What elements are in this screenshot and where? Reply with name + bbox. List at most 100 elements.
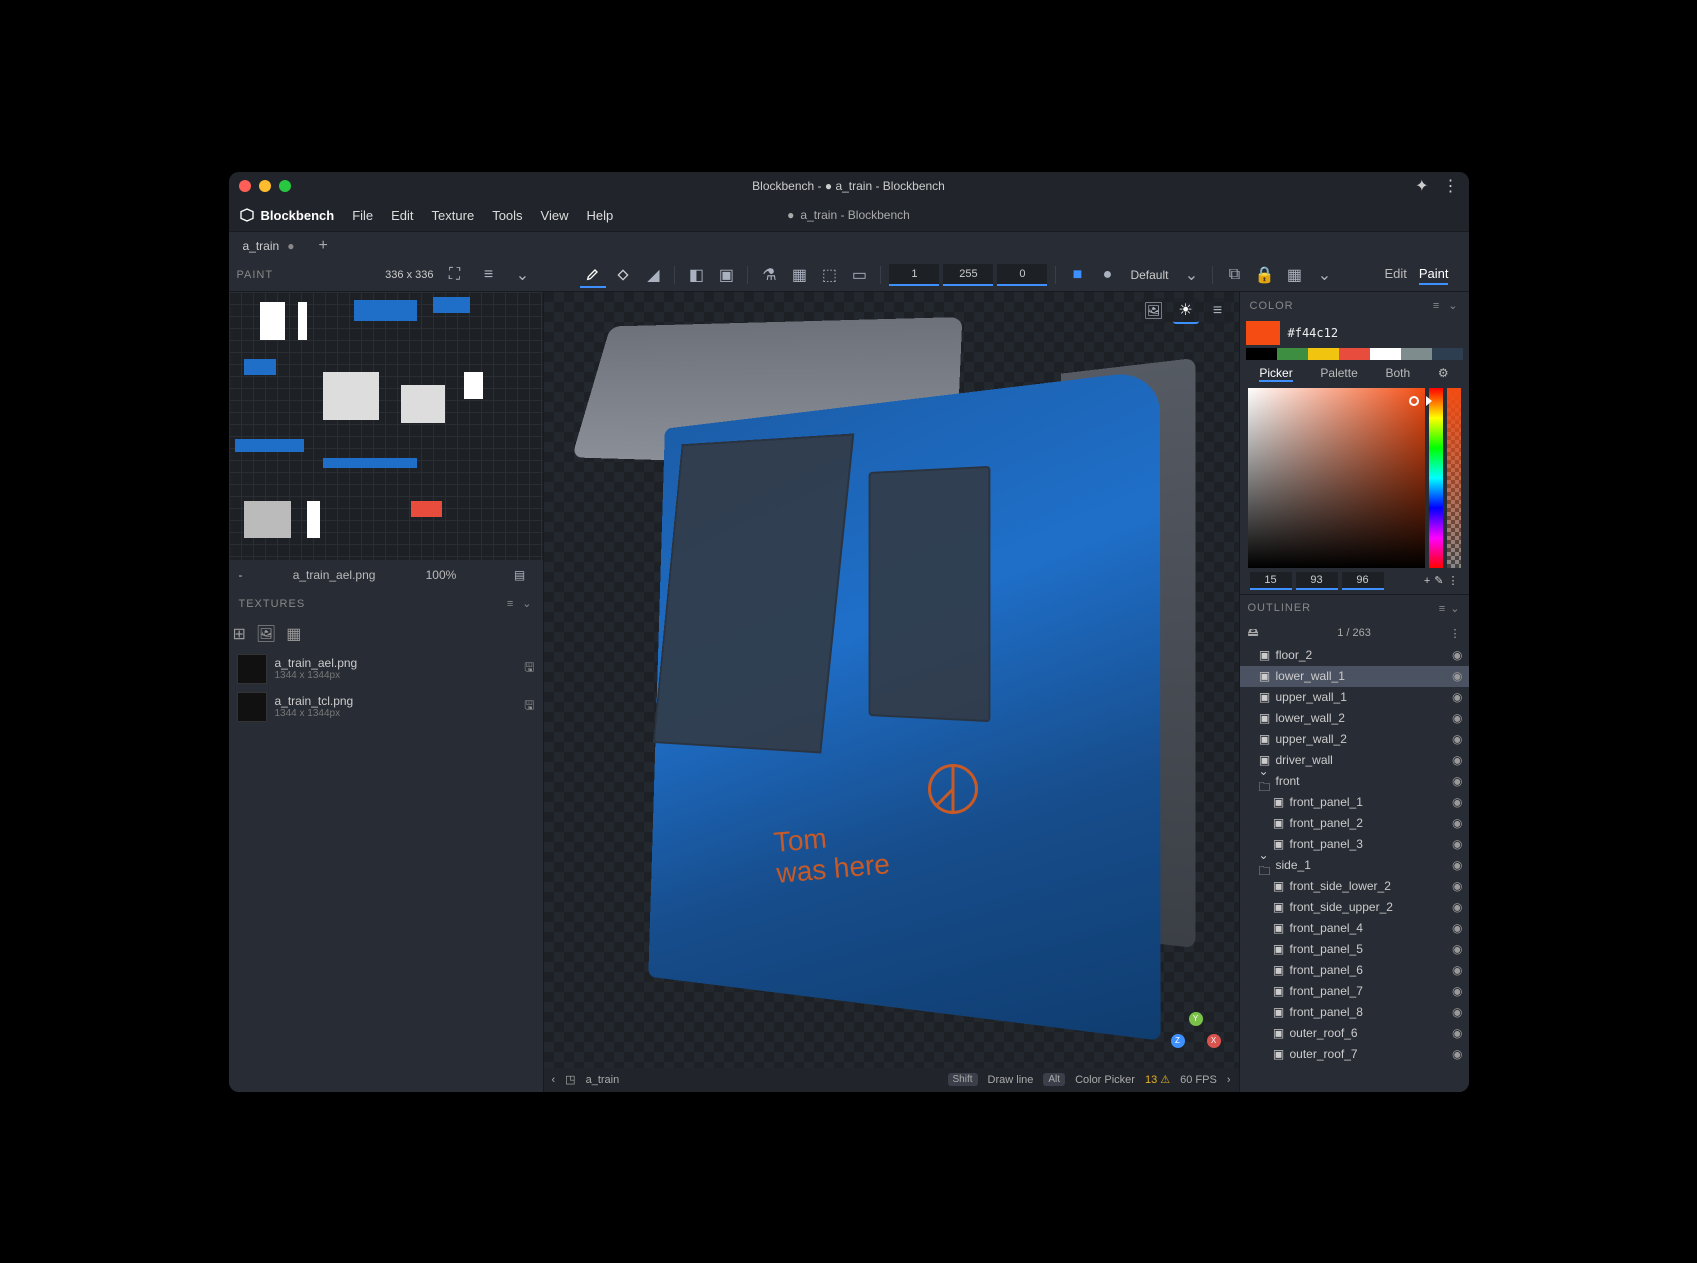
texture-item[interactable]: a_train_ael.png 1344 x 1344px 🖫 xyxy=(235,650,537,688)
chevron-down-icon[interactable]: ⌄ xyxy=(522,597,532,610)
outliner-item[interactable]: ▣ floor_2 ◉ xyxy=(1240,645,1469,666)
visibility-icon[interactable]: ◉ xyxy=(1452,858,1462,872)
brush-size-input[interactable] xyxy=(889,264,939,286)
visibility-icon[interactable]: ◉ xyxy=(1452,921,1462,935)
viewport-settings-icon[interactable]: ≡ xyxy=(1205,298,1231,324)
outliner-item[interactable]: ▣ front_panel_2 ◉ xyxy=(1240,813,1469,834)
shape-square-icon[interactable]: ■ xyxy=(1064,262,1090,288)
close-window-icon[interactable] xyxy=(239,180,251,192)
outliner-item[interactable]: ▣ outer_roof_6 ◉ xyxy=(1240,1023,1469,1044)
grid-tool-icon[interactable]: ▦ xyxy=(1281,262,1307,288)
more-icon[interactable]: ⋮ xyxy=(1449,627,1460,640)
import-texture-icon[interactable]: 🖼 xyxy=(256,624,276,644)
menu-edit[interactable]: Edit xyxy=(391,208,413,223)
swatch[interactable] xyxy=(1432,348,1463,360)
panel-options-icon[interactable]: ≡ xyxy=(507,598,514,610)
maximize-window-icon[interactable] xyxy=(279,180,291,192)
color-tab-picker[interactable]: Picker xyxy=(1259,366,1292,382)
brush-softness-input[interactable] xyxy=(997,264,1047,286)
stamp-tool-icon[interactable]: ▣ xyxy=(713,262,739,288)
outliner-item[interactable]: ⌄ 🗀 side_1 ◉ xyxy=(1240,855,1469,876)
visibility-icon[interactable]: ◉ xyxy=(1452,1005,1462,1019)
minimize-window-icon[interactable] xyxy=(259,180,271,192)
nav-back-icon[interactable]: ‹ xyxy=(552,1074,556,1086)
visibility-icon[interactable]: ◉ xyxy=(1452,669,1462,683)
hue-slider[interactable] xyxy=(1429,388,1443,568)
current-color-swatch[interactable] xyxy=(1246,321,1280,345)
uv-options-icon[interactable]: ≡ xyxy=(476,262,502,288)
outliner-item[interactable]: ▣ front_panel_4 ◉ xyxy=(1240,918,1469,939)
saturation-value-picker[interactable] xyxy=(1248,388,1425,568)
brush-tool-icon[interactable] xyxy=(580,262,606,288)
menu-view[interactable]: View xyxy=(541,208,569,223)
swatch[interactable] xyxy=(1401,348,1432,360)
color-hex-input[interactable]: #f44c12 xyxy=(1280,326,1339,340)
swatch[interactable] xyxy=(1277,348,1308,360)
more-icon[interactable]: ⋮ xyxy=(1448,574,1459,587)
menu-tools[interactable]: Tools xyxy=(492,208,522,223)
color-tab-palette[interactable]: Palette xyxy=(1320,366,1357,382)
swatch[interactable] xyxy=(1246,348,1277,360)
visibility-icon[interactable]: ◉ xyxy=(1452,795,1462,809)
shape-circle-icon[interactable]: ● xyxy=(1094,262,1120,288)
uv-editor[interactable] xyxy=(229,292,543,560)
storage-icon[interactable]: 🖴 xyxy=(1248,624,1259,643)
swatch[interactable] xyxy=(1308,348,1339,360)
mode-paint-tab[interactable]: Paint xyxy=(1419,266,1449,285)
outliner-item[interactable]: ▣ front_panel_3 ◉ xyxy=(1240,834,1469,855)
nav-forward-icon[interactable]: › xyxy=(1227,1074,1231,1086)
outliner-item[interactable]: ▣ front_panel_7 ◉ xyxy=(1240,981,1469,1002)
swatch[interactable] xyxy=(1370,348,1401,360)
viewport-3d[interactable]: Tom was here 🖼 ☀ ≡ Y X Z ‹ ◳ a_train xyxy=(544,292,1239,1092)
outliner-item[interactable]: ▣ front_panel_5 ◉ xyxy=(1240,939,1469,960)
outliner-item[interactable]: ▣ front_panel_1 ◉ xyxy=(1240,792,1469,813)
save-icon[interactable]: 🖫 xyxy=(524,696,534,717)
warning-badge[interactable]: 13 ⚠ xyxy=(1145,1073,1170,1086)
outliner-item[interactable]: ▣ lower_wall_1 ◉ xyxy=(1240,666,1469,687)
texture-item[interactable]: a_train_tcl.png 1344 x 1344px 🖫 xyxy=(235,688,537,726)
outliner-item[interactable]: ▣ outer_roof_7 ◉ xyxy=(1240,1044,1469,1065)
blend-mode-select[interactable]: Default xyxy=(1124,268,1174,282)
visibility-icon[interactable]: ◉ xyxy=(1452,984,1462,998)
outliner-item[interactable]: ▣ front_side_lower_2 ◉ xyxy=(1240,876,1469,897)
visibility-icon[interactable]: ◉ xyxy=(1452,753,1462,767)
eyedropper-tool-icon[interactable]: ⚗ xyxy=(756,262,782,288)
color-tab-both[interactable]: Both xyxy=(1385,366,1410,382)
visibility-icon[interactable]: ◉ xyxy=(1452,963,1462,977)
axis-z-icon[interactable]: Z xyxy=(1171,1034,1185,1048)
lightness-input[interactable] xyxy=(1342,572,1384,590)
visibility-icon[interactable]: ◉ xyxy=(1452,732,1462,746)
gear-icon[interactable]: ⚙ xyxy=(1438,366,1449,382)
outliner-item[interactable]: ▣ lower_wall_2 ◉ xyxy=(1240,708,1469,729)
chevron-down-icon[interactable]: ⌄ xyxy=(510,262,536,288)
panel-options-icon[interactable]: ≡ xyxy=(1439,603,1446,615)
menu-texture[interactable]: Texture xyxy=(432,208,475,223)
uv-grid-icon[interactable]: ▤ xyxy=(507,562,533,588)
visibility-icon[interactable]: ◉ xyxy=(1452,690,1462,704)
outliner-item[interactable]: ⌄ 🗀 front ◉ xyxy=(1240,771,1469,792)
hue-input[interactable] xyxy=(1250,572,1292,590)
chevron-down-icon[interactable]: ⌄ xyxy=(1178,262,1204,288)
brush-opacity-input[interactable] xyxy=(943,264,993,286)
shape-tool-icon[interactable]: ◢ xyxy=(640,262,666,288)
chevron-down-icon[interactable]: ⌄ xyxy=(1311,262,1337,288)
menu-file[interactable]: File xyxy=(352,208,373,223)
bucket-tool-icon[interactable] xyxy=(610,262,636,288)
fullscreen-icon[interactable]: ⛶ xyxy=(442,262,468,288)
text-tool-icon[interactable]: ▭ xyxy=(846,262,872,288)
outliner-item[interactable]: ▣ front_panel_6 ◉ xyxy=(1240,960,1469,981)
visibility-icon[interactable]: ◉ xyxy=(1452,774,1462,788)
visibility-icon[interactable]: ◉ xyxy=(1452,900,1462,914)
add-color-icon[interactable]: + xyxy=(1424,575,1430,587)
visibility-icon[interactable]: ◉ xyxy=(1452,648,1462,662)
axis-x-icon[interactable]: X xyxy=(1207,1034,1221,1048)
visibility-icon[interactable]: ◉ xyxy=(1452,879,1462,893)
viewport-image-icon[interactable]: 🖼 xyxy=(1141,298,1167,324)
chevron-down-icon[interactable]: ⌄ xyxy=(1448,299,1458,312)
axis-gizmo[interactable]: Y X Z xyxy=(1171,1012,1221,1062)
visibility-icon[interactable]: ◉ xyxy=(1452,711,1462,725)
outliner-item[interactable]: ▣ front_side_upper_2 ◉ xyxy=(1240,897,1469,918)
selection-tool-icon[interactable]: ⬚ xyxy=(816,262,842,288)
new-tab-button[interactable]: + xyxy=(308,237,337,255)
outliner-item[interactable]: ▣ upper_wall_1 ◉ xyxy=(1240,687,1469,708)
